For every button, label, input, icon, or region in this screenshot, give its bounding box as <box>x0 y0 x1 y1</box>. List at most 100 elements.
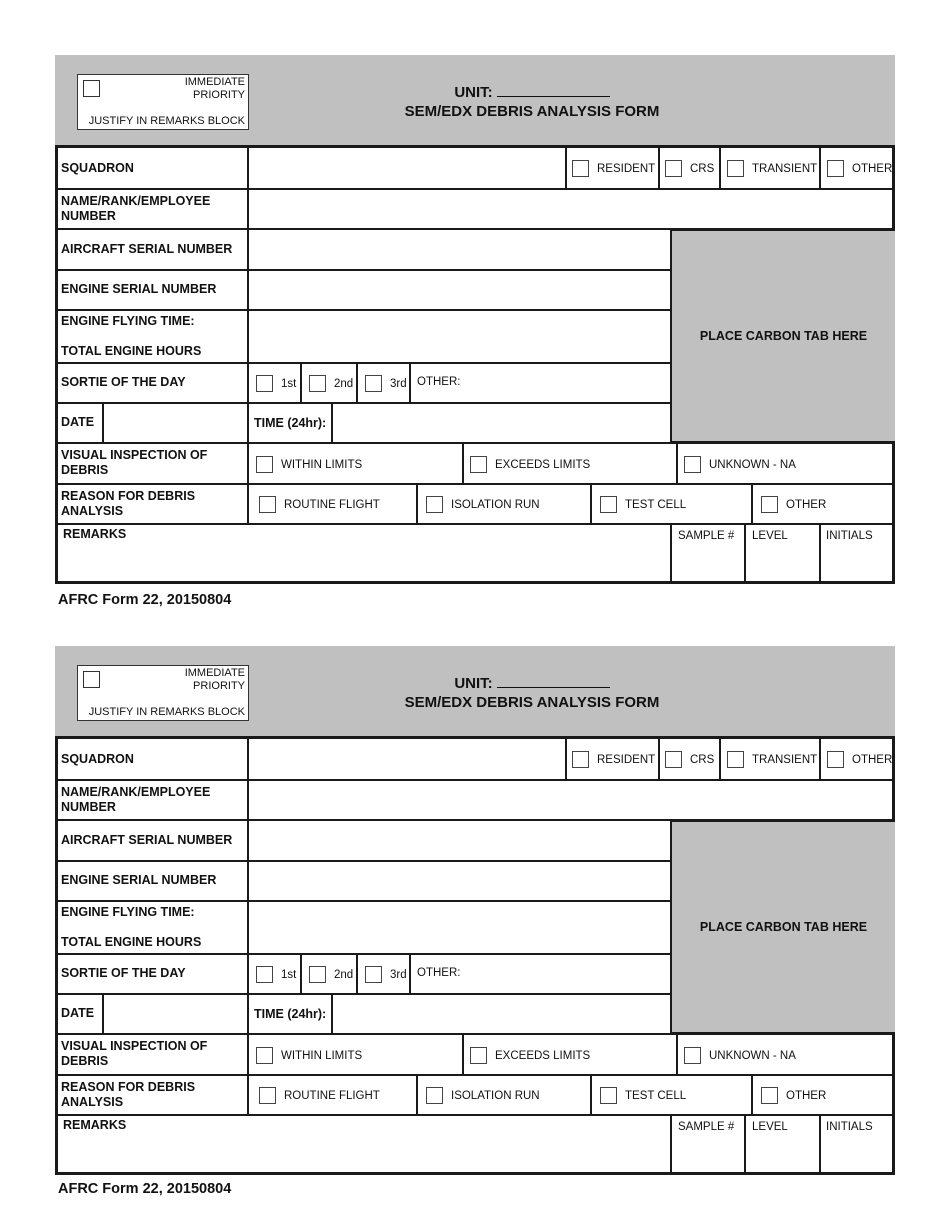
immediate-priority-checkbox[interactable] <box>83 80 100 97</box>
checkbox[interactable] <box>426 496 443 513</box>
checkbox[interactable] <box>470 456 487 473</box>
reason-option-routine-flight[interactable]: ROUTINE FLIGHT <box>259 496 380 513</box>
squadron-field[interactable] <box>249 150 565 188</box>
checkbox[interactable] <box>572 751 589 768</box>
checkbox[interactable] <box>365 966 382 983</box>
squadron-option-transient[interactable]: TRANSIENT <box>727 751 817 768</box>
engine-serial-field[interactable] <box>249 271 670 309</box>
reason-label-line2: ANALYSIS <box>61 1095 124 1109</box>
engine-serial-field[interactable] <box>249 862 670 900</box>
checkbox[interactable] <box>761 496 778 513</box>
column-divider <box>590 483 592 523</box>
unit-field[interactable] <box>496 675 610 688</box>
checkbox[interactable] <box>256 1047 273 1064</box>
column-divider <box>462 442 464 483</box>
sortie-other-field[interactable] <box>460 955 670 993</box>
level-field[interactable] <box>746 545 819 581</box>
engine-hours-field[interactable] <box>249 311 670 362</box>
time-field[interactable] <box>333 404 670 442</box>
visual-option-exceeds-limits[interactable]: EXCEEDS LIMITS <box>470 456 590 473</box>
remarks-field[interactable] <box>58 1134 670 1172</box>
checkbox[interactable] <box>727 751 744 768</box>
visual-option-unknown-na[interactable]: UNKNOWN - NA <box>684 456 796 473</box>
reason-option-test-cell[interactable]: TEST CELL <box>600 1087 686 1104</box>
initials-field[interactable] <box>821 545 892 581</box>
squadron-option-other[interactable]: OTHER <box>827 160 892 177</box>
date-field[interactable] <box>104 995 247 1033</box>
reason-option-isolation-run[interactable]: ISOLATION RUN <box>426 1087 540 1104</box>
reason-option-other[interactable]: OTHER <box>761 1087 826 1104</box>
checkbox[interactable] <box>309 966 326 983</box>
checkbox[interactable] <box>827 160 844 177</box>
squadron-option-crs[interactable]: CRS <box>665 160 714 177</box>
checkbox[interactable] <box>684 456 701 473</box>
squadron-option-resident[interactable]: RESIDENT <box>572 751 655 768</box>
option-label: WITHIN LIMITS <box>281 1049 363 1062</box>
squadron-option-resident[interactable]: RESIDENT <box>572 160 655 177</box>
sortie-option-3rd[interactable]: 3rd <box>365 966 407 983</box>
reason-option-routine-flight[interactable]: ROUTINE FLIGHT <box>259 1087 380 1104</box>
option-label: CRS <box>690 162 715 175</box>
priority-box: IMMEDIATE PRIORITY JUSTIFY IN REMARKS BL… <box>77 74 249 130</box>
sortie-other-field[interactable] <box>460 364 670 402</box>
name-rank-label-line2: NUMBER <box>61 800 116 814</box>
checkbox[interactable] <box>426 1087 443 1104</box>
immediate-priority-checkbox[interactable] <box>83 671 100 688</box>
checkbox[interactable] <box>309 375 326 392</box>
column-divider <box>751 1074 753 1114</box>
visual-option-within-limits[interactable]: WITHIN LIMITS <box>256 456 362 473</box>
checkbox[interactable] <box>256 456 273 473</box>
checkbox[interactable] <box>600 496 617 513</box>
checkbox[interactable] <box>600 1087 617 1104</box>
engine-hours-field[interactable] <box>249 902 670 953</box>
name-rank-employee-field[interactable] <box>249 190 892 228</box>
name-rank-employee-field[interactable] <box>249 781 892 819</box>
squadron-option-other[interactable]: OTHER <box>827 751 892 768</box>
date-label: DATE <box>61 415 95 429</box>
reason-option-other[interactable]: OTHER <box>761 496 826 513</box>
checkbox[interactable] <box>256 375 273 392</box>
visual-inspection-label-line2: DEBRIS <box>61 1054 109 1068</box>
date-field[interactable] <box>104 404 247 442</box>
checkbox[interactable] <box>365 375 382 392</box>
squadron-option-transient[interactable]: TRANSIENT <box>727 160 817 177</box>
checkbox[interactable] <box>470 1047 487 1064</box>
priority-label-line2: PRIORITY <box>193 680 245 692</box>
checkbox[interactable] <box>761 1087 778 1104</box>
checkbox[interactable] <box>665 751 682 768</box>
aircraft-serial-field[interactable] <box>249 230 670 269</box>
reason-option-test-cell[interactable]: TEST CELL <box>600 496 686 513</box>
level-field[interactable] <box>746 1136 819 1172</box>
reason-option-isolation-run[interactable]: ISOLATION RUN <box>426 496 540 513</box>
sortie-option-1st[interactable]: 1st <box>256 375 296 392</box>
time-field[interactable] <box>333 995 670 1033</box>
remarks-field[interactable] <box>58 543 670 581</box>
sortie-option-1st[interactable]: 1st <box>256 966 296 983</box>
visual-option-within-limits[interactable]: WITHIN LIMITS <box>256 1047 362 1064</box>
engine-flying-time-label: ENGINE FLYING TIME: <box>61 905 195 919</box>
carbon-tab-area: PLACE CARBON TAB HERE <box>670 820 895 1034</box>
checkbox[interactable] <box>727 160 744 177</box>
squadron-option-crs[interactable]: CRS <box>665 751 714 768</box>
sample-number-field[interactable] <box>672 545 744 581</box>
sortie-option-2nd[interactable]: 2nd <box>309 966 353 983</box>
checkbox[interactable] <box>259 496 276 513</box>
row-divider <box>55 483 895 485</box>
engine-serial-label: ENGINE SERIAL NUMBER <box>61 282 217 296</box>
column-divider <box>409 953 411 993</box>
checkbox[interactable] <box>827 751 844 768</box>
checkbox[interactable] <box>259 1087 276 1104</box>
squadron-field[interactable] <box>249 741 565 779</box>
sample-number-field[interactable] <box>672 1136 744 1172</box>
visual-option-unknown-na[interactable]: UNKNOWN - NA <box>684 1047 796 1064</box>
checkbox[interactable] <box>665 160 682 177</box>
sortie-option-3rd[interactable]: 3rd <box>365 375 407 392</box>
visual-option-exceeds-limits[interactable]: EXCEEDS LIMITS <box>470 1047 590 1064</box>
checkbox[interactable] <box>572 160 589 177</box>
aircraft-serial-field[interactable] <box>249 821 670 860</box>
sortie-option-2nd[interactable]: 2nd <box>309 375 353 392</box>
checkbox[interactable] <box>684 1047 701 1064</box>
initials-field[interactable] <box>821 1136 892 1172</box>
checkbox[interactable] <box>256 966 273 983</box>
unit-field[interactable] <box>496 84 610 97</box>
